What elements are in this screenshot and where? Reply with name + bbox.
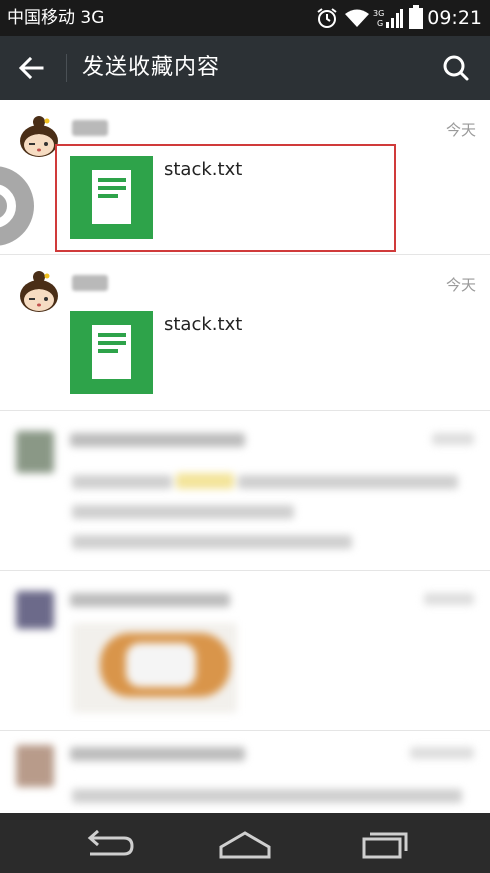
item-time: 今天 (445, 276, 476, 294)
back-button[interactable] (12, 50, 52, 86)
carrier-label: 中国移动 3G (7, 8, 105, 28)
nav-back-button[interactable] (78, 825, 138, 861)
nav-home-button[interactable] (215, 825, 275, 861)
title-divider (66, 54, 67, 82)
nav-home-icon (219, 831, 271, 859)
file-name: stack.txt (164, 314, 243, 335)
document-icon (70, 311, 153, 394)
item-time: 今天 (445, 121, 476, 139)
nav-recents-button[interactable] (354, 825, 414, 861)
blurred-list-item[interactable] (0, 731, 490, 813)
clock: 09:21 (427, 7, 482, 29)
favorite-item[interactable]: 今天 stack.txt (0, 255, 490, 411)
sender-name-redacted (72, 275, 108, 291)
search-button[interactable] (436, 50, 476, 88)
selection-highlight (55, 144, 396, 252)
signal-icon: 3G G (373, 9, 403, 28)
blurred-list-item[interactable] (0, 571, 490, 731)
avatar (20, 271, 58, 312)
page-title: 发送收藏内容 (82, 55, 221, 80)
search-icon (443, 55, 469, 81)
network-type-label: 3G (373, 9, 384, 18)
wifi-icon (345, 9, 369, 27)
blurred-list-item[interactable] (0, 411, 490, 571)
sender-name-redacted (72, 120, 108, 136)
favorite-item[interactable]: 今天 stack.txt (0, 100, 490, 255)
alarm-icon (317, 8, 337, 28)
status-bar: 中国移动 3G 3G G 09:21 (0, 0, 490, 36)
arrow-left-icon (18, 56, 44, 80)
svg-text:G: G (377, 19, 383, 28)
navigation-bar (0, 813, 490, 873)
nav-recents-icon (362, 832, 408, 859)
nav-back-icon (87, 829, 134, 856)
battery-icon (409, 5, 423, 29)
favorites-list[interactable]: 今天 stack.txt 今天 stack.txt (0, 100, 490, 813)
title-bar: 发送收藏内容 (0, 36, 490, 100)
